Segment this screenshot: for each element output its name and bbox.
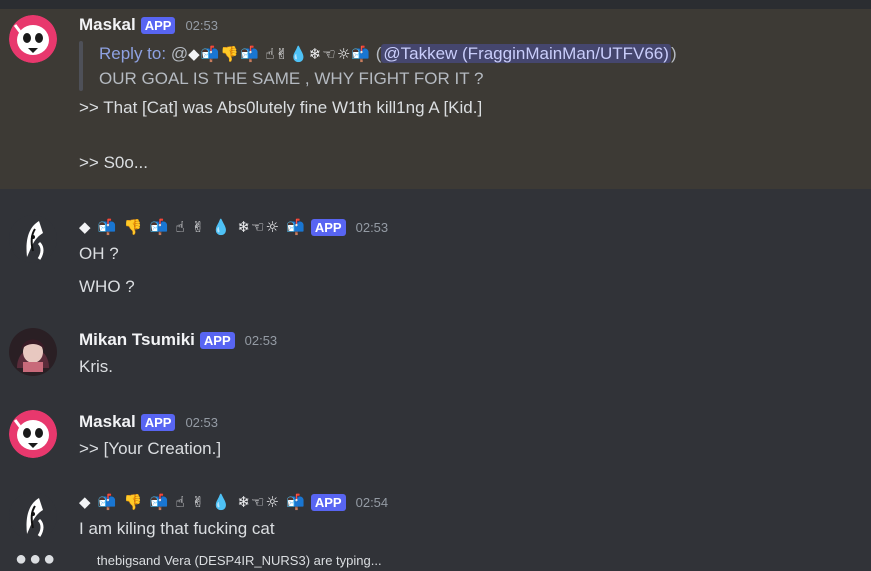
reply-label: Reply to: (99, 44, 167, 63)
username[interactable]: Maskal (79, 412, 136, 432)
message-line: >> That [Cat] was Abs0lutely fine W1th k… (79, 98, 483, 117)
message-maskal-reply: Maskal APP 02:53 Reply to: @◆📬👎📬 ☝✌💧❄☜☼📬… (0, 9, 871, 189)
message-header: Maskal APP 02:53 (79, 13, 863, 37)
username[interactable]: Mikan Tsumiki (79, 330, 195, 350)
top-strip (0, 0, 871, 9)
mikan-avatar[interactable] (9, 328, 57, 376)
message-header: ◆ 📬 👎 📬 ☝ ✌ 💧 ❄☜☼ 📬 APP 02:53 (79, 215, 863, 239)
reply-author-emoji: ◆📬👎📬 ☝✌💧❄☜☼📬 (188, 45, 371, 63)
timestamp[interactable]: 02:54 (356, 495, 389, 510)
message-header: Maskal APP 02:53 (79, 410, 863, 434)
user-mention[interactable]: @Takkew (FragginMainMan/UTFV66) (381, 44, 671, 63)
message-line: Kris. (79, 357, 113, 376)
message-line: I am kiling that fucking cat (79, 519, 275, 538)
message-line: WHO ? (79, 277, 135, 296)
message-line (79, 119, 863, 152)
maskal-avatar[interactable] (9, 15, 57, 63)
maskal-avatar[interactable] (9, 410, 57, 458)
app-badge: APP (140, 16, 176, 34)
app-badge: APP (140, 413, 176, 431)
timestamp[interactable]: 02:53 (185, 18, 218, 33)
username[interactable]: Maskal (79, 15, 136, 35)
reply-quote-text: OUR GOAL IS THE SAME , WHY FIGHT FOR IT … (99, 69, 484, 88)
reply-at: @ (170, 44, 189, 63)
app-badge: APP (310, 493, 346, 511)
quote-bar (79, 41, 83, 91)
reply-line[interactable]: Reply to: @◆📬👎📬 ☝✌💧❄☜☼📬 (@Takkew (Fraggi… (99, 41, 863, 67)
message-header: Mikan Tsumiki APP 02:53 (79, 328, 863, 352)
timestamp[interactable]: 02:53 (185, 415, 218, 430)
message-maskal: Maskal APP 02:53 >> [Your Creation.] (0, 398, 871, 473)
message-emoji-user: ◆ 📬 👎 📬 ☝ ✌ 💧 ❄☜☼ 📬 APP 02:53 OH ? WHO ? (0, 205, 871, 305)
timestamp[interactable]: 02:53 (245, 333, 278, 348)
typing-text: thebigsand Vera (DESP4IR_NURS3) are typi… (96, 553, 382, 568)
timestamp[interactable]: 02:53 (356, 220, 389, 235)
message-line: OH ? (79, 244, 119, 263)
message-line: >> [Your Creation.] (79, 439, 222, 458)
emoji-user-avatar[interactable] (9, 215, 57, 263)
emoji-user-avatar[interactable] (9, 492, 57, 540)
message-mikan: Mikan Tsumiki APP 02:53 Kris. (0, 318, 871, 388)
username[interactable]: ◆ 📬 👎 📬 ☝ ✌ 💧 ❄☜☼ 📬 (79, 493, 306, 511)
message-header: ◆ 📬 👎 📬 ☝ ✌ 💧 ❄☜☼ 📬 APP 02:54 (79, 490, 863, 514)
app-badge: APP (310, 218, 346, 236)
username[interactable]: ◆ 📬 👎 📬 ☝ ✌ 💧 ❄☜☼ 📬 (79, 218, 306, 236)
app-badge: APP (199, 331, 235, 349)
reply-quote: Reply to: @◆📬👎📬 ☝✌💧❄☜☼📬 (@Takkew (Fraggi… (79, 41, 863, 91)
message-emoji-user: ◆ 📬 👎 📬 ☝ ✌ 💧 ❄☜☼ 📬 APP 02:54 I am kilin… (0, 480, 871, 545)
message-line: >> S0o... (79, 153, 148, 172)
typing-dots-icon: ●●● (15, 548, 58, 570)
